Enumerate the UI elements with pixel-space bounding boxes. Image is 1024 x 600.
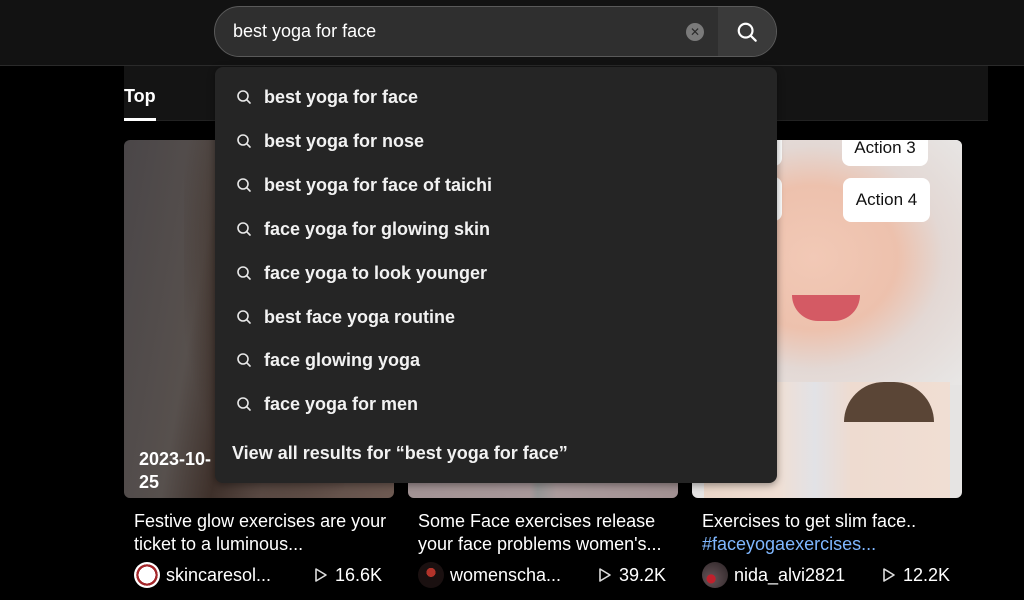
suggestion-item[interactable]: face yoga for glowing skin	[215, 207, 777, 251]
suggestion-item[interactable]: face yoga for men	[215, 382, 777, 426]
search-icon	[237, 178, 251, 192]
tab-top[interactable]: Top	[124, 86, 156, 107]
search-icon	[237, 397, 251, 411]
video-title[interactable]: Festive glow exercises are your ticket t…	[124, 510, 389, 556]
video-title-text: Exercises to get slim face..	[702, 511, 917, 531]
avatar[interactable]	[418, 562, 444, 588]
search-icon	[237, 90, 251, 104]
video-title[interactable]: Some Face exercises release your face pr…	[408, 510, 673, 556]
view-count-text: 39.2K	[618, 564, 666, 585]
suggestion-label: face yoga to look younger	[264, 262, 488, 283]
suggestion-item[interactable]: best yoga for nose	[215, 119, 777, 163]
search-icon	[237, 353, 251, 367]
author-name[interactable]: skincaresol...	[166, 565, 306, 586]
view-count-text: 16.6K	[334, 564, 382, 585]
suggestion-label: face yoga for glowing skin	[264, 218, 491, 239]
video-meta: womenscha... 39.2K	[408, 562, 678, 588]
search-suggestions-dropdown: best yoga for face best yoga for nose be…	[215, 67, 777, 483]
video-meta: nida_alvi2821 12.2K	[692, 562, 962, 588]
search-icon	[237, 266, 251, 280]
search-icon	[737, 22, 757, 42]
avatar[interactable]	[702, 562, 728, 588]
video-title[interactable]: Exercises to get slim face.. #faceyogaex…	[692, 510, 957, 556]
search-icon	[237, 222, 251, 236]
author-name[interactable]: nida_alvi2821	[734, 565, 874, 586]
search-bar: ✕	[214, 6, 777, 57]
view-count-text: 12.2K	[902, 564, 950, 585]
suggestion-label: best yoga for nose	[264, 130, 425, 151]
video-title-text: Some Face exercises release your face pr…	[418, 511, 662, 554]
search-icon	[237, 310, 251, 324]
suggestion-item[interactable]: best yoga for face	[215, 75, 777, 119]
suggestion-item[interactable]: best face yoga routine	[215, 295, 777, 339]
suggestion-item[interactable]: face yoga to look younger	[215, 251, 777, 295]
suggestion-label: best yoga for face	[264, 86, 419, 107]
search-input[interactable]	[215, 7, 675, 56]
suggestion-label: face glowing yoga	[264, 349, 421, 370]
video-meta: skincaresol... 16.6K	[124, 562, 394, 588]
close-icon: ✕	[689, 25, 701, 39]
play-icon	[883, 568, 895, 582]
view-count: 39.2K	[598, 565, 666, 586]
clear-search-button[interactable]: ✕	[686, 23, 704, 41]
suggestion-label: face yoga for men	[264, 393, 419, 414]
view-all-results-link[interactable]: View all results for “best yoga for face…	[232, 443, 568, 464]
thumbnail-label: Action 3	[842, 140, 928, 166]
search-icon	[237, 134, 251, 148]
top-header: ✕	[0, 0, 1024, 66]
suggestion-label: best yoga for face of taichi	[264, 174, 493, 195]
avatar[interactable]	[134, 562, 160, 588]
view-count: 12.2K	[882, 565, 950, 586]
suggestion-label: best face yoga routine	[264, 306, 456, 327]
suggestion-item[interactable]: best yoga for face of taichi	[215, 163, 777, 207]
play-icon	[315, 568, 327, 582]
thumbnail-label: Action 4	[843, 178, 930, 222]
view-count: 16.6K	[314, 565, 382, 586]
date-overlay: 2023-10-25	[139, 449, 212, 492]
video-title-text: Festive glow exercises are your ticket t…	[134, 511, 387, 554]
suggestion-item[interactable]: face glowing yoga	[215, 338, 777, 382]
active-tab-indicator	[124, 118, 156, 121]
author-name[interactable]: womenscha...	[450, 565, 590, 586]
search-submit-button[interactable]	[718, 7, 776, 56]
hashtag-link[interactable]: #faceyogaexercises...	[702, 534, 876, 554]
play-icon	[599, 568, 611, 582]
